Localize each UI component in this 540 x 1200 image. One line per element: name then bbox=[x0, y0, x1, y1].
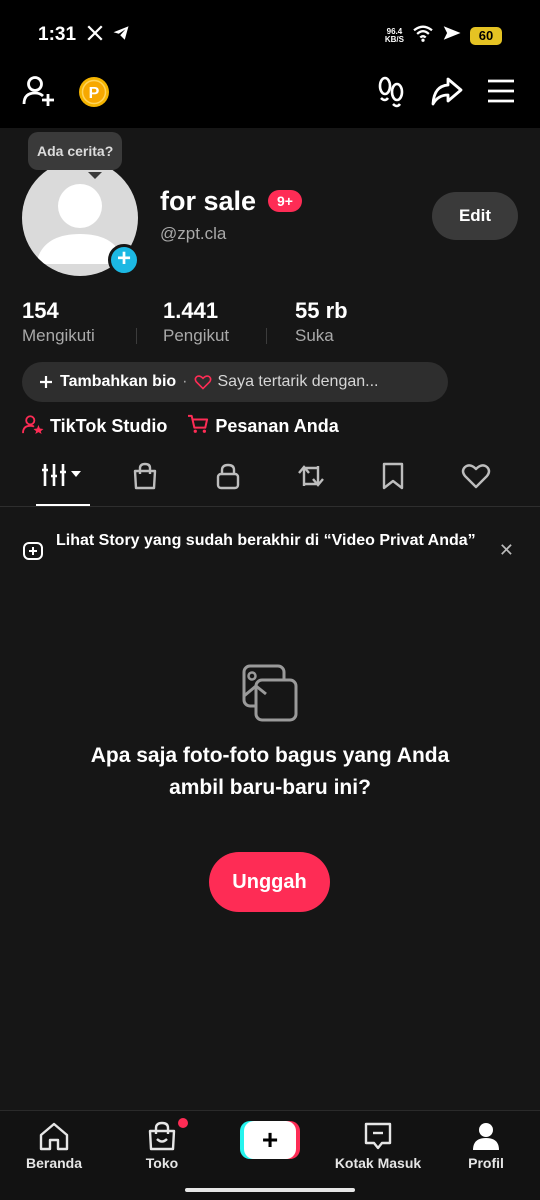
profile-icon bbox=[441, 1121, 531, 1151]
wifi-icon bbox=[412, 24, 434, 47]
stat-value: 154 bbox=[22, 298, 59, 323]
stat-label: Suka bbox=[295, 326, 334, 345]
share-icon[interactable] bbox=[430, 74, 464, 113]
videos-grid-icon bbox=[40, 462, 86, 493]
studio-icon bbox=[22, 414, 44, 439]
home-indicator[interactable] bbox=[185, 1188, 355, 1192]
nav-home[interactable]: Beranda bbox=[9, 1121, 99, 1171]
status-time: 1:31 bbox=[38, 24, 77, 45]
create-button[interactable]: + bbox=[240, 1121, 300, 1159]
stat-likes[interactable]: 55 rb Suka bbox=[295, 298, 348, 346]
add-bio-label[interactable]: Tambahkan bio bbox=[60, 373, 176, 391]
orders-label: Pesanan Anda bbox=[215, 416, 339, 436]
story-tooltip[interactable]: Ada cerita? bbox=[28, 132, 123, 170]
story-archive-banner[interactable]: Lihat Story yang sudah berakhir di “Vide… bbox=[22, 530, 522, 576]
tab-shop[interactable] bbox=[104, 462, 186, 506]
shop-notification-dot bbox=[178, 1118, 188, 1128]
stat-label: Mengikuti bbox=[22, 326, 95, 345]
stat-divider bbox=[266, 328, 267, 344]
coin-icon[interactable]: P bbox=[78, 76, 110, 113]
footprints-icon[interactable] bbox=[376, 74, 406, 113]
top-bar: P bbox=[0, 56, 540, 128]
banner-text: Lihat Story yang sudah berakhir di “Vide… bbox=[56, 532, 476, 549]
nav-profile[interactable]: Profil bbox=[441, 1121, 531, 1171]
heart-outline-icon bbox=[194, 373, 218, 391]
profile-username: for sale bbox=[160, 186, 257, 216]
network-speed: 96.4 KB/S bbox=[384, 27, 404, 44]
tooltip-arrow bbox=[88, 172, 102, 179]
nav-shop[interactable]: Toko bbox=[117, 1121, 207, 1171]
empty-state-message: Apa saja foto-foto bagus yang Anda ambil… bbox=[90, 744, 450, 799]
tab-liked[interactable] bbox=[435, 462, 517, 506]
home-icon bbox=[9, 1121, 99, 1151]
stat-label: Pengikut bbox=[163, 326, 230, 345]
x-icon bbox=[86, 24, 104, 47]
edit-profile-button[interactable]: Edit bbox=[432, 192, 518, 240]
photos-icon bbox=[238, 662, 302, 731]
heart-icon bbox=[461, 462, 491, 495]
tab-videos[interactable] bbox=[22, 462, 104, 506]
nav-shop-label: Toko bbox=[145, 1155, 179, 1171]
menu-icon[interactable] bbox=[486, 74, 516, 113]
story-add-icon bbox=[22, 541, 44, 566]
quick-links: TikTok Studio Pesanan Anda bbox=[22, 414, 339, 439]
repost-icon bbox=[296, 462, 326, 495]
airplane-icon bbox=[442, 24, 462, 47]
content-tabs bbox=[0, 462, 540, 507]
close-icon[interactable]: ✕ bbox=[499, 540, 514, 561]
interests-label[interactable]: Saya tertarik dengan... bbox=[218, 373, 379, 391]
stat-followers[interactable]: 1.441 Pengikut bbox=[163, 298, 229, 346]
profile-handle: @zpt.cla bbox=[160, 224, 227, 243]
add-friend-icon[interactable] bbox=[22, 74, 56, 113]
create-plus-icon: + bbox=[244, 1121, 296, 1159]
stat-following[interactable]: 154 Mengikuti bbox=[22, 298, 95, 346]
stat-value: 55 rb bbox=[295, 298, 348, 323]
tiktok-studio-link[interactable]: TikTok Studio bbox=[22, 414, 167, 439]
orders-link[interactable]: Pesanan Anda bbox=[187, 414, 339, 439]
battery-icon: 60 bbox=[470, 26, 502, 45]
shop-bag-icon bbox=[117, 1121, 207, 1151]
nav-profile-label: Profil bbox=[468, 1155, 504, 1171]
telegram-icon bbox=[112, 24, 130, 47]
stat-value: 1.441 bbox=[163, 298, 219, 323]
status-bar: 1:31 96.4 KB/S 60 bbox=[0, 0, 540, 56]
nav-inbox-label: Kotak Masuk bbox=[334, 1155, 422, 1171]
coin-letter: P bbox=[89, 85, 100, 102]
inbox-icon bbox=[333, 1121, 423, 1151]
net-speed-unit: KB/S bbox=[384, 34, 404, 44]
bottom-nav: Beranda Toko + Kotak Masuk Profil bbox=[0, 1110, 540, 1200]
tab-saved[interactable] bbox=[352, 462, 434, 506]
bookmark-icon bbox=[380, 462, 406, 495]
upload-button[interactable]: Unggah bbox=[209, 852, 330, 912]
nav-inbox[interactable]: Kotak Masuk bbox=[333, 1121, 423, 1171]
studio-label: TikTok Studio bbox=[50, 416, 168, 436]
lock-icon bbox=[214, 462, 242, 495]
notification-badge[interactable]: 9+ bbox=[268, 190, 302, 212]
tab-private[interactable] bbox=[187, 462, 269, 506]
bio-separator: · bbox=[182, 373, 188, 390]
bio-pill[interactable]: Tambahkan bio · Saya tertarik dengan... bbox=[22, 362, 448, 402]
add-story-button[interactable]: + bbox=[108, 244, 140, 276]
tabs-divider bbox=[0, 506, 540, 507]
stat-divider bbox=[136, 328, 137, 344]
nav-home-label: Beranda bbox=[25, 1155, 83, 1171]
tab-reposts[interactable] bbox=[270, 462, 352, 506]
add-icon bbox=[38, 373, 60, 391]
cart-icon bbox=[187, 414, 209, 439]
shop-icon bbox=[131, 462, 159, 495]
